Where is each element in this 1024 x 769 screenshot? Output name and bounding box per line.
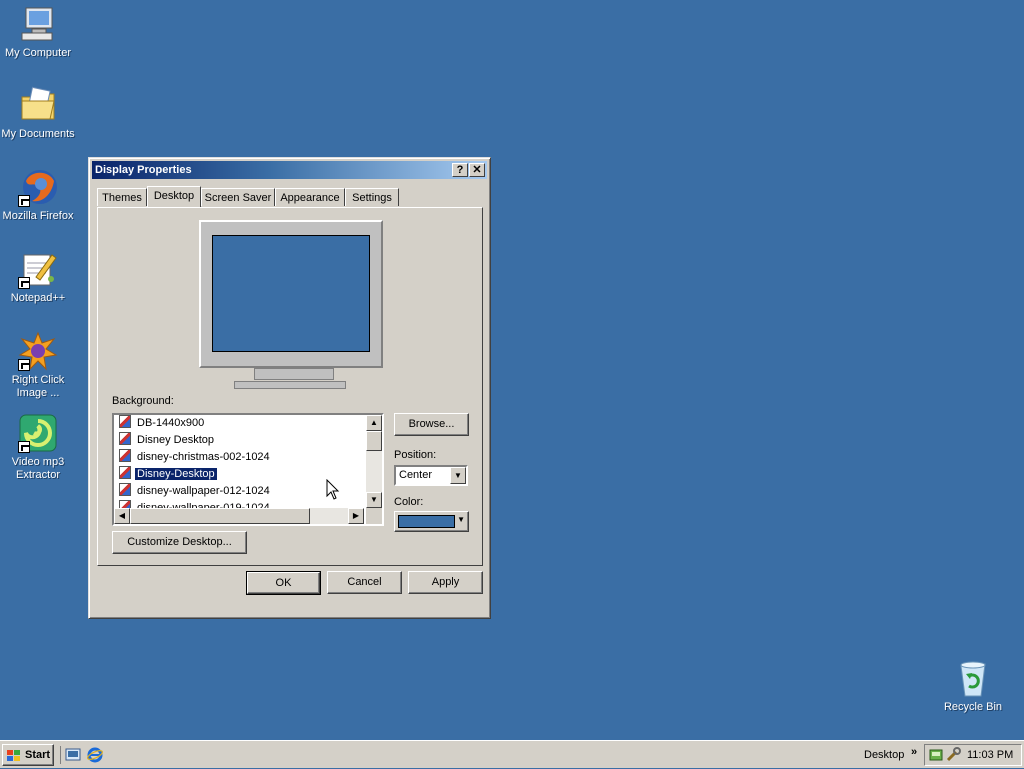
desktop-icon-label: My Documents xyxy=(1,128,75,140)
tab-settings[interactable]: Settings xyxy=(345,188,399,206)
start-button[interactable]: Start xyxy=(2,744,54,766)
firefox-icon xyxy=(18,167,58,207)
horizontal-scrollbar[interactable]: ◀ ▶ xyxy=(114,508,364,524)
windows-logo-icon xyxy=(7,749,21,761)
image-file-icon xyxy=(119,466,131,479)
horizontal-scroll-thumb[interactable] xyxy=(130,508,310,524)
desktop-icon-mozilla-firefox[interactable]: Mozilla Firefox xyxy=(0,167,76,223)
window-title: Display Properties xyxy=(95,164,192,176)
scroll-left-arrow-icon[interactable]: ◀ xyxy=(114,508,130,524)
shortcut-arrow-icon xyxy=(18,359,30,371)
recycle-bin-icon xyxy=(953,658,993,698)
notepad-plus-plus-icon xyxy=(18,249,58,289)
clock[interactable]: 11:03 PM xyxy=(967,749,1013,761)
scroll-right-arrow-icon[interactable]: ▶ xyxy=(348,508,364,524)
tab-screen-saver[interactable]: Screen Saver xyxy=(201,188,275,206)
video-mp3-extractor-icon xyxy=(18,413,58,453)
desktop-toolbar-label[interactable]: Desktop xyxy=(864,749,904,761)
desktop-icon-notepad-plus-plus[interactable]: Notepad++ xyxy=(0,249,76,305)
image-file-icon xyxy=(119,415,131,428)
internet-explorer-icon[interactable] xyxy=(87,747,103,763)
background-listbox[interactable]: DB-1440x900 Disney Desktop disney-christ… xyxy=(112,413,384,526)
vertical-scrollbar[interactable]: ▲ ▼ xyxy=(366,415,382,508)
list-item[interactable]: DB-1440x900 xyxy=(119,415,206,432)
list-item-selected[interactable]: Disney-Desktop xyxy=(119,466,218,483)
image-file-icon xyxy=(119,483,131,496)
background-label: Background: xyxy=(112,395,174,407)
desktop-icon-label: My Computer xyxy=(4,47,72,59)
tab-appearance[interactable]: Appearance xyxy=(275,188,345,206)
list-item[interactable]: Disney Desktop xyxy=(119,432,216,449)
desktop-icon-label: Recycle Bin xyxy=(943,701,1003,713)
scroll-up-arrow-icon[interactable]: ▲ xyxy=(366,415,382,431)
position-select-value: Center xyxy=(399,469,433,481)
mouse-cursor-icon xyxy=(326,478,340,504)
chevron-down-icon: ▼ xyxy=(457,515,465,524)
desktop-icon-label: Right Click Image ... xyxy=(11,374,65,399)
start-label: Start xyxy=(25,749,51,761)
monitor-preview xyxy=(199,220,383,368)
ok-button[interactable]: OK xyxy=(246,571,321,595)
desktop-icon-video-mp3-extractor[interactable]: Video mp3 Extractor xyxy=(0,413,76,482)
shortcut-arrow-icon xyxy=(18,277,30,289)
monitor-preview-screen xyxy=(212,235,370,352)
taskbar: Start Desktop » 11:03 PM xyxy=(0,740,1024,768)
desktop-icon-right-click-image[interactable]: Right Click Image ... xyxy=(0,331,76,400)
right-click-image-icon xyxy=(18,331,58,371)
display-properties-window: Display Properties ? ✕ Themes Desktop Sc… xyxy=(88,157,491,619)
vertical-scroll-thumb[interactable] xyxy=(366,431,382,451)
image-file-icon xyxy=(119,449,131,462)
show-desktop-icon[interactable] xyxy=(65,747,81,763)
shortcut-arrow-icon xyxy=(18,441,30,453)
color-swatch xyxy=(398,515,455,528)
monitor-stand xyxy=(254,368,334,380)
monitor-base xyxy=(234,381,346,389)
toolbar-chevron-icon[interactable]: » xyxy=(911,746,917,758)
desktop-icon-label: Video mp3 Extractor xyxy=(11,456,65,481)
position-select[interactable]: Center ▼ xyxy=(394,465,468,486)
apply-button[interactable]: Apply xyxy=(408,571,483,594)
scrollbar-corner xyxy=(366,508,382,524)
quick-launch xyxy=(60,746,103,764)
window-titlebar[interactable]: Display Properties ? ✕ xyxy=(92,161,487,179)
color-label: Color: xyxy=(394,496,424,508)
scroll-down-arrow-icon[interactable]: ▼ xyxy=(366,492,382,508)
cancel-button[interactable]: Cancel xyxy=(327,571,402,594)
customize-desktop-button[interactable]: Customize Desktop... xyxy=(112,531,247,554)
documents-folder-icon xyxy=(18,85,58,125)
desktop-icon-recycle-bin[interactable]: Recycle Bin xyxy=(935,658,1011,714)
browse-button[interactable]: Browse... xyxy=(394,413,469,436)
list-item[interactable]: disney-christmas-002-1024 xyxy=(119,449,272,466)
shortcut-arrow-icon xyxy=(18,195,30,207)
computer-icon xyxy=(18,4,58,44)
desktop-icon-my-documents[interactable]: My Documents xyxy=(0,85,76,141)
desktop-icon-label: Notepad++ xyxy=(10,292,66,304)
close-button[interactable]: ✕ xyxy=(469,163,485,177)
desktop-icon-my-computer[interactable]: My Computer xyxy=(0,4,76,60)
image-file-icon xyxy=(119,432,131,445)
tray-app-icon[interactable] xyxy=(928,747,944,763)
tab-desktop[interactable]: Desktop xyxy=(147,186,201,207)
tab-themes[interactable]: Themes xyxy=(97,188,147,206)
system-tray: 11:03 PM xyxy=(924,744,1022,766)
desktop-icon-label: Mozilla Firefox xyxy=(2,210,74,222)
chevron-down-icon[interactable]: ▼ xyxy=(450,467,466,484)
color-picker-button[interactable]: ▼ xyxy=(394,511,469,532)
list-item[interactable]: disney-wallpaper-012-1024 xyxy=(119,483,272,500)
tray-tools-icon[interactable] xyxy=(945,747,961,763)
position-label: Position: xyxy=(394,449,437,461)
help-button[interactable]: ? xyxy=(452,163,468,177)
